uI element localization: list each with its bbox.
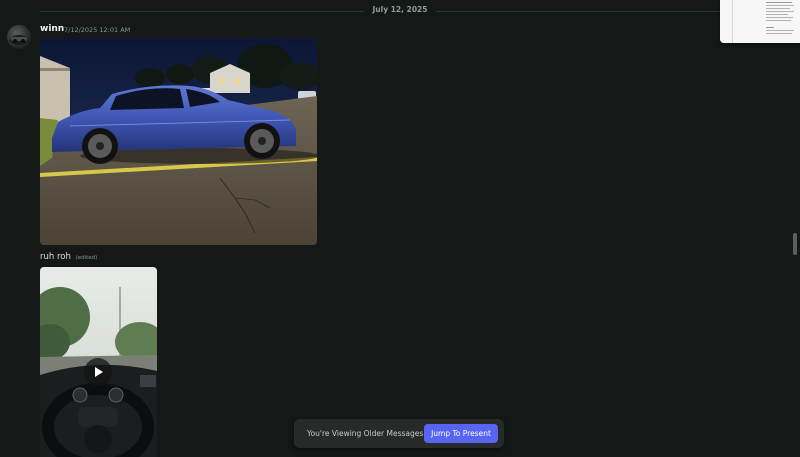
screen-share-preview[interactable]: [720, 0, 800, 43]
document-preview-icon: [720, 0, 800, 43]
scrollbar-thumb[interactable]: [793, 233, 797, 255]
image-attachment[interactable]: [40, 38, 317, 245]
message-author[interactable]: winn: [40, 24, 64, 34]
car-photo: [40, 38, 317, 245]
avatar-icon: [10, 35, 28, 45]
message-timestamp: 7/12/2025 12:01 AM: [64, 26, 131, 34]
date-divider-label: July 12, 2025: [364, 5, 436, 14]
avatar[interactable]: [7, 25, 31, 49]
message-content: ruh roh (edited): [40, 252, 97, 262]
message-text: ruh roh: [40, 252, 71, 262]
older-messages-text: You're Viewing Older Messages: [307, 429, 424, 438]
play-button[interactable]: [84, 358, 112, 386]
play-icon: [95, 367, 103, 377]
video-attachment[interactable]: [40, 267, 157, 457]
edited-tag: (edited): [75, 255, 98, 261]
jump-to-present-button[interactable]: Jump To Present: [424, 424, 498, 443]
older-messages-bar: You're Viewing Older Messages Jump To Pr…: [294, 419, 504, 448]
chat-view: July 12, 2025 winn 7/12/2025 12:01 AM ru…: [0, 0, 800, 457]
